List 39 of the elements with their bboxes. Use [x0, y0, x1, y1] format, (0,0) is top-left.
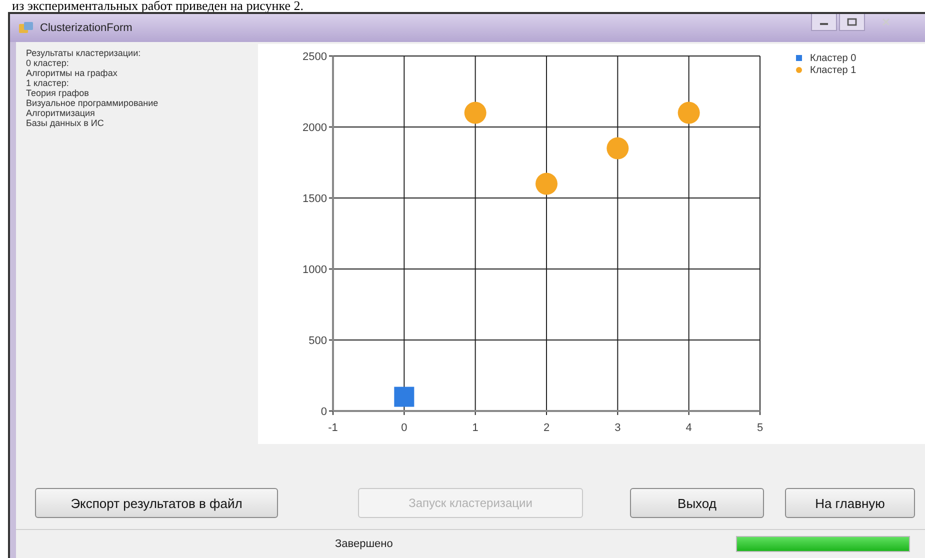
axis-tick-label: 2500: [302, 51, 327, 63]
data-point: [536, 172, 558, 195]
window-title: ClusterizationForm: [40, 22, 132, 34]
data-point: [678, 102, 700, 124]
document-text: из экспериментальных работ приведен на рисунке 2.: [11, 0, 304, 12]
result-text: Алгоритмизация: [26, 108, 96, 118]
axis-tick-label: 1: [472, 422, 478, 434]
result-text: 0 кластер:: [26, 58, 70, 68]
app-icon: [18, 21, 34, 35]
axis-tick-label: -1: [328, 422, 338, 434]
result-text: Теория графов: [26, 88, 90, 98]
status-text: Завершено: [335, 538, 393, 550]
maximize-button[interactable]: [839, 14, 865, 31]
action-button[interactable]: Экспорт результатов в файл: [35, 488, 278, 518]
action-button[interactable]: На главную: [785, 488, 915, 518]
result-text: 1 кластер:: [26, 78, 70, 88]
minimize-button[interactable]: [811, 14, 837, 31]
result-text: Результаты кластеризации:: [26, 48, 142, 58]
axis-tick-label: 3: [614, 422, 621, 434]
result-text: Базы данных в ИС: [26, 118, 105, 128]
axis-tick-label: 500: [308, 335, 327, 347]
axis-tick-label: 4: [686, 422, 692, 434]
data-point: [464, 102, 486, 124]
axis-tick-label: 1000: [302, 264, 327, 276]
data-point: [394, 386, 414, 407]
axis-tick-label: 2: [543, 422, 550, 434]
action-button[interactable]: Выход: [630, 488, 764, 518]
axis-tick-label: 0: [401, 422, 408, 434]
axis-tick-label: 5: [756, 422, 764, 434]
axis-tick-label: 2000: [302, 122, 327, 134]
axis-tick-label: 1500: [302, 193, 327, 205]
legend-label: Кластер 1: [810, 64, 856, 76]
maximize-icon: [847, 18, 857, 26]
result-text: Визуальное программирование: [26, 98, 160, 108]
result-text: Алгоритмы на графах: [26, 68, 118, 78]
data-point: [606, 137, 629, 160]
close-icon: [881, 18, 891, 26]
axis-tick-label: 0: [320, 406, 327, 418]
legend-label: Кластер 0: [810, 52, 856, 64]
